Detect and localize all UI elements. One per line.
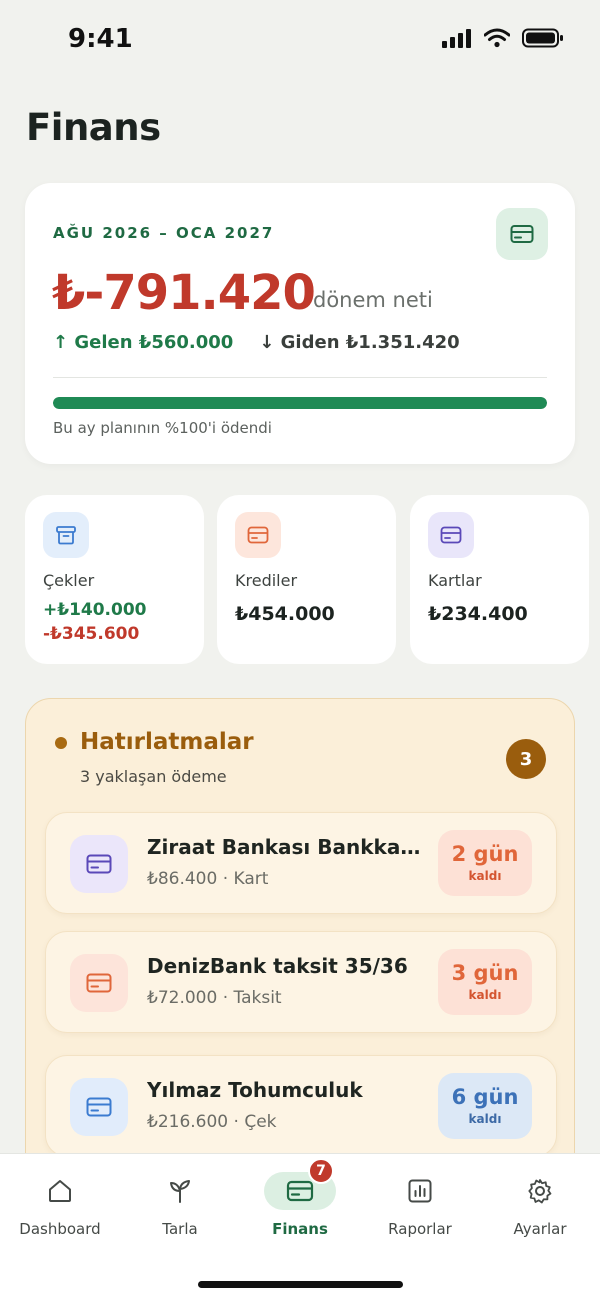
reminders-panel: Hatırlatmalar 3 yaklaşan ödeme 3 Ziraat … <box>25 698 575 1218</box>
finans-notification-badge: 7 <box>308 1158 334 1184</box>
reminder-days-note: kaldı <box>468 868 502 883</box>
krediler-value: ₺454.000 <box>235 603 335 625</box>
cekler-card[interactable]: Çekler +₺140.000 -₺345.600 <box>25 495 204 664</box>
tab-finans[interactable]: 7 Finans <box>240 1154 360 1254</box>
net-amount: ₺-791.420 <box>52 265 316 321</box>
card-icon <box>286 1180 314 1202</box>
flow-row: ↑ Gelen ₺560.000 ↓ Giden ₺1.351.420 <box>53 332 460 353</box>
archive-icon <box>56 526 76 545</box>
status-icons <box>442 28 564 48</box>
summary-card-button[interactable] <box>496 208 548 260</box>
status-bar: 9:41 <box>0 0 600 80</box>
card-icon <box>440 526 462 544</box>
kartlar-icon-wrap <box>428 512 474 558</box>
expense-total: ↓ Giden ₺1.351.420 <box>259 332 460 353</box>
tab-bar: Dashboard Tarla 7 Finans Raporlar Ayarla… <box>0 1153 600 1301</box>
reminders-subtitle: 3 yaklaşan ödeme <box>80 767 227 786</box>
payment-progress-bar <box>53 397 547 409</box>
krediler-card[interactable]: Krediler ₺454.000 <box>217 495 396 664</box>
reminder-subtitle: ₺86.400 · Kart <box>147 869 269 889</box>
home-indicator <box>198 1281 403 1288</box>
reminder-subtitle: ₺72.000 · Taksit <box>147 988 282 1008</box>
gear-icon <box>528 1179 552 1204</box>
reminder-due-badge: 2 gün kaldı <box>438 830 532 896</box>
tab-raporlar[interactable]: Raporlar <box>360 1154 480 1254</box>
tab-dashboard[interactable]: Dashboard <box>0 1154 120 1254</box>
signal-icon <box>442 29 471 48</box>
tab-label: Finans <box>272 1220 328 1238</box>
cekler-positive: +₺140.000 <box>43 600 147 620</box>
reminders-title: Hatırlatmalar <box>80 729 254 755</box>
reminder-title: DenizBank taksit 35/36 <box>147 954 408 978</box>
reminder-icon-wrap <box>70 835 128 893</box>
reminder-icon-wrap <box>70 1078 128 1136</box>
reminder-days-note: kaldı <box>468 1111 502 1126</box>
cekler-label: Çekler <box>43 571 95 590</box>
reminder-item[interactable]: Yılmaz Tohumculuk ₺216.600 · Çek 6 gün k… <box>45 1055 557 1157</box>
reminders-dot <box>55 737 67 749</box>
page-title: Finans <box>26 106 161 149</box>
divider <box>53 377 547 378</box>
net-label: dönem neti <box>313 288 433 312</box>
kartlar-card[interactable]: Kartlar ₺234.400 <box>410 495 589 664</box>
battery-icon <box>522 28 563 48</box>
card-icon <box>86 854 112 874</box>
card-icon <box>86 1097 112 1117</box>
kartlar-value: ₺234.400 <box>428 603 528 625</box>
payment-progress-fill <box>53 397 547 409</box>
income-total: ↑ Gelen ₺560.000 <box>53 332 234 353</box>
reminder-item[interactable]: DenizBank taksit 35/36 ₺72.000 · Taksit … <box>45 931 557 1033</box>
reminder-days: 2 gün <box>451 842 519 867</box>
reminder-subtitle: ₺216.600 · Çek <box>147 1112 277 1132</box>
reminder-due-badge: 6 gün kaldı <box>438 1073 532 1139</box>
tab-ayarlar[interactable]: Ayarlar <box>480 1154 600 1254</box>
reminder-icon-wrap <box>70 954 128 1012</box>
reminder-item[interactable]: Ziraat Bankası Bankkart B... ₺86.400 · K… <box>45 812 557 914</box>
card-icon <box>510 225 534 243</box>
reminder-title: Yılmaz Tohumculuk <box>147 1078 363 1102</box>
kartlar-label: Kartlar <box>428 571 482 590</box>
reminder-days: 3 gün <box>451 961 519 986</box>
tab-label: Raporlar <box>388 1220 452 1238</box>
card-icon <box>247 526 269 544</box>
reminder-title: Ziraat Bankası Bankkart B... <box>147 835 427 859</box>
cekler-icon-wrap <box>43 512 89 558</box>
sprout-icon <box>170 1180 190 1203</box>
card-icon <box>86 973 112 993</box>
wifi-icon <box>484 28 510 48</box>
tab-label: Ayarlar <box>513 1220 567 1238</box>
reminder-due-badge: 3 gün kaldı <box>438 949 532 1015</box>
reminders-count-badge: 3 <box>506 739 546 779</box>
tab-tarla[interactable]: Tarla <box>120 1154 240 1254</box>
reminder-days-note: kaldı <box>468 987 502 1002</box>
reminder-days: 6 gün <box>451 1085 519 1110</box>
summary-card[interactable]: AĞU 2026 – OCA 2027 ₺-791.420 dönem neti… <box>25 183 575 464</box>
tab-label: Dashboard <box>19 1220 101 1238</box>
cekler-negative: -₺345.600 <box>43 624 140 644</box>
tab-label: Tarla <box>162 1220 198 1238</box>
period-label: AĞU 2026 – OCA 2027 <box>53 224 275 242</box>
progress-caption: Bu ay planının %100'i ödendi <box>53 419 272 437</box>
chart-icon <box>408 1179 432 1203</box>
home-icon <box>49 1180 71 1202</box>
krediler-label: Krediler <box>235 571 298 590</box>
krediler-icon-wrap <box>235 512 281 558</box>
status-time: 9:41 <box>68 24 133 54</box>
category-cards[interactable]: Çekler +₺140.000 -₺345.600 Krediler ₺454… <box>25 495 600 665</box>
